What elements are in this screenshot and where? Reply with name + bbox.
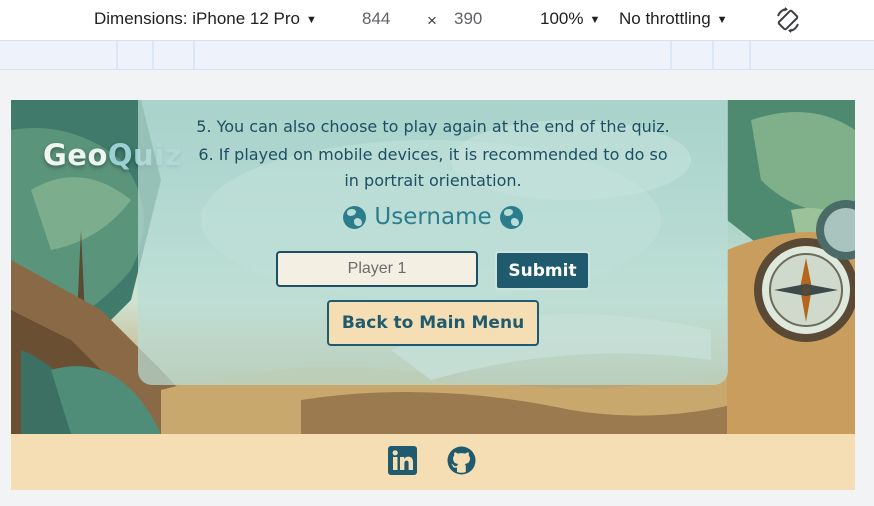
ruler-tick [193, 41, 195, 70]
linkedin-icon[interactable] [388, 446, 417, 475]
ruler-tick [749, 41, 751, 70]
quiz-instructions-panel: 5. You can also choose to play again at … [138, 100, 728, 385]
logo-geo: Geo [43, 138, 108, 172]
height-input[interactable]: 390 [454, 9, 482, 29]
rule-5: 5. You can also choose to play again at … [196, 117, 670, 136]
device-select[interactable]: Dimensions: iPhone 12 Pro ▼ [94, 9, 317, 29]
username-label: Username [374, 204, 492, 230]
device-label: Dimensions: iPhone 12 Pro [94, 9, 301, 28]
rotate-icon[interactable] [774, 6, 802, 34]
zoom-label: 100% [540, 9, 584, 28]
github-icon[interactable] [447, 446, 476, 475]
caret-down-icon: ▼ [306, 14, 317, 26]
username-heading: Username [138, 204, 728, 230]
width-input[interactable]: 844 [362, 9, 390, 29]
globe-icon [499, 205, 523, 229]
ruler-tick [152, 41, 154, 70]
caret-down-icon: ▼ [716, 14, 728, 26]
throttling-select[interactable]: No throttling ▼ [619, 9, 728, 29]
username-input[interactable] [276, 251, 478, 287]
device-viewport: GeoQuiz 5. You can also choose to play a… [11, 100, 855, 490]
ruler-tick [116, 41, 118, 70]
ruler-tick [712, 41, 714, 70]
media-query-bar [0, 40, 874, 70]
times-sign: × [427, 11, 437, 30]
ruler-tick [670, 41, 672, 70]
back-to-main-menu-button[interactable]: Back to Main Menu [327, 300, 539, 346]
rule-6: 6. If played on mobile devices, it is re… [198, 145, 668, 190]
caret-down-icon: ▼ [589, 14, 601, 26]
device-toolbar: Dimensions: iPhone 12 Pro ▼ 844 × 390 10… [0, 0, 874, 40]
globe-icon [343, 205, 367, 229]
throttling-label: No throttling [619, 9, 711, 28]
submit-button[interactable]: Submit [495, 251, 590, 290]
site-footer [11, 434, 855, 490]
zoom-select[interactable]: 100% ▼ [540, 9, 600, 29]
